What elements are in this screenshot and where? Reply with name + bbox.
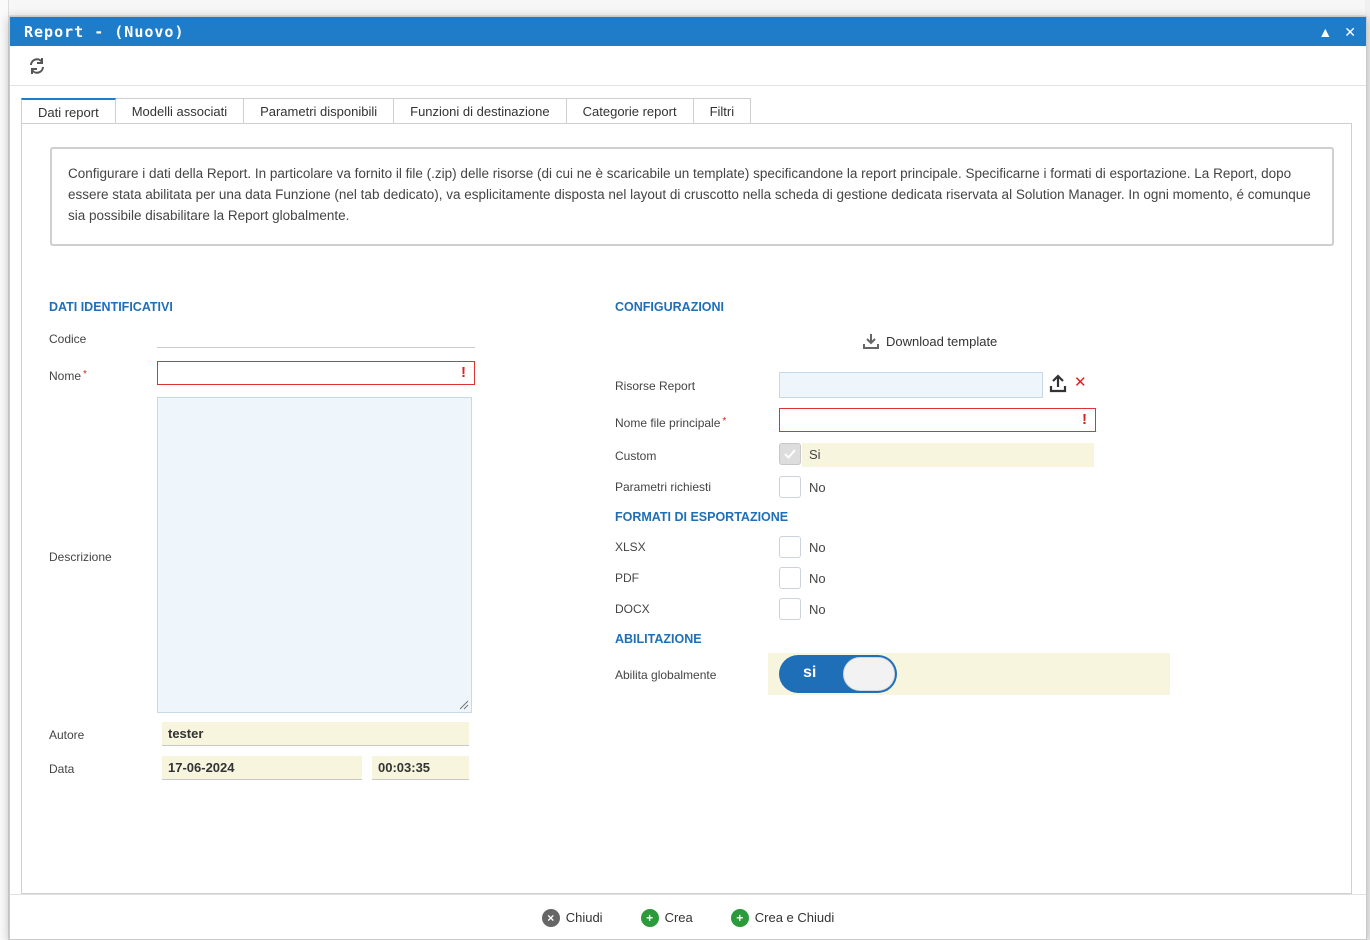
nome-input[interactable]: ! (157, 361, 475, 385)
nome-label: Nome * (49, 369, 87, 383)
error-icon: ! (1082, 411, 1087, 428)
resize-handle-icon[interactable] (459, 700, 469, 710)
parametri-checkbox-row: No (779, 476, 826, 498)
nome-file-label: Nome file principale * (615, 416, 727, 430)
custom-value: Si (809, 446, 821, 462)
dialog-footer: × Chiudi + Crea + Crea e Chiudi (10, 894, 1366, 940)
tab-filtri[interactable]: Filtri (693, 98, 752, 124)
autore-value: tester (162, 722, 469, 746)
descrizione-label: Descrizione (49, 550, 112, 564)
required-mark: * (83, 369, 87, 380)
add-circle-icon: + (730, 908, 749, 927)
data-label: Data (49, 762, 75, 776)
codice-field[interactable] (157, 326, 475, 348)
upload-icon[interactable] (1049, 373, 1067, 396)
tab-dati-report[interactable]: Dati report (21, 98, 116, 125)
download-template-button[interactable]: Download template (862, 332, 997, 350)
ora-value: 00:03:35 (372, 756, 469, 780)
toggle-on-label: si (803, 664, 817, 681)
collapse-icon[interactable]: ▲ (1318, 25, 1332, 39)
tab-categorie-report[interactable]: Categorie report (566, 98, 694, 124)
remove-icon[interactable]: ✕ (1074, 373, 1087, 391)
custom-label: Custom (615, 449, 657, 463)
report-dialog: Report - (Nuovo) ▲ ✕ Dati report Modelli… (9, 16, 1367, 940)
crea-chiudi-button[interactable]: + Crea e Chiudi (730, 908, 835, 927)
pdf-label: PDF (615, 571, 639, 585)
docx-checkbox-row: No (779, 598, 826, 620)
toggle-knob (843, 657, 895, 691)
pdf-checkbox-row: No (779, 567, 826, 589)
chiudi-label: Chiudi (565, 910, 603, 925)
abilita-label: Abilita globalmente (615, 668, 717, 682)
background-app-header (0, 0, 1370, 16)
docx-checkbox[interactable] (779, 598, 801, 620)
custom-checkbox[interactable] (779, 443, 801, 465)
custom-readonly-bg (802, 443, 1094, 467)
abilita-toggle[interactable]: si (779, 655, 897, 693)
autore-label: Autore (49, 728, 85, 742)
toolbar (10, 46, 1366, 86)
tab-panel-dati-report: Configurare i dati della Report. In part… (21, 123, 1352, 894)
codice-label: Codice (49, 332, 87, 346)
nome-file-input[interactable]: ! (779, 408, 1096, 432)
section-title-configurazioni: CONFIGURAZIONI (615, 300, 725, 314)
xlsx-value: No (809, 539, 826, 555)
section-title-formati: FORMATI DI ESPORTAZIONE (615, 510, 789, 524)
close-icon[interactable]: ✕ (1344, 25, 1356, 39)
docx-value: No (809, 601, 826, 617)
crea-chiudi-label: Crea e Chiudi (754, 910, 835, 925)
error-icon: ! (461, 364, 466, 381)
download-template-label: Download template (886, 333, 998, 349)
docx-label: DOCX (615, 602, 650, 616)
pdf-value: No (809, 570, 826, 586)
crea-label: Crea (664, 910, 693, 925)
background-app-sidebar (0, 0, 9, 940)
pdf-checkbox[interactable] (779, 567, 801, 589)
refresh-icon[interactable] (26, 55, 48, 77)
risorse-label: Risorse Report (615, 379, 696, 393)
risorse-input[interactable] (779, 372, 1043, 398)
xlsx-checkbox-row: No (779, 536, 826, 558)
tab-funzioni-destinazione[interactable]: Funzioni di destinazione (394, 98, 567, 124)
parametri-value: No (809, 479, 826, 495)
tab-bar: Dati report Modelli associati Parametri … (21, 98, 752, 125)
custom-checkbox-row: Si (779, 443, 821, 465)
xlsx-label: XLSX (615, 540, 646, 554)
check-icon (784, 449, 796, 459)
close-circle-icon: × (541, 908, 560, 927)
crea-button[interactable]: + Crea (640, 908, 693, 927)
data-value: 17-06-2024 (162, 756, 362, 780)
section-title-identificativi: DATI IDENTIFICATIVI (49, 300, 173, 314)
xlsx-checkbox[interactable] (779, 536, 801, 558)
info-box: Configurare i dati della Report. In part… (50, 147, 1334, 246)
tab-parametri-disponibili[interactable]: Parametri disponibili (244, 98, 395, 124)
add-circle-icon: + (640, 908, 659, 927)
dialog-title: Report - (Nuovo) (24, 22, 185, 41)
parametri-checkbox[interactable] (779, 476, 801, 498)
parametri-label: Parametri richiesti (615, 480, 712, 494)
tab-modelli-associati[interactable]: Modelli associati (115, 98, 245, 124)
dialog-titlebar: Report - (Nuovo) ▲ ✕ (10, 17, 1366, 46)
descrizione-textarea[interactable] (157, 397, 472, 713)
chiudi-button[interactable]: × Chiudi (541, 908, 603, 927)
section-title-abilitazione: ABILITAZIONE (615, 632, 702, 646)
download-icon (863, 334, 879, 349)
